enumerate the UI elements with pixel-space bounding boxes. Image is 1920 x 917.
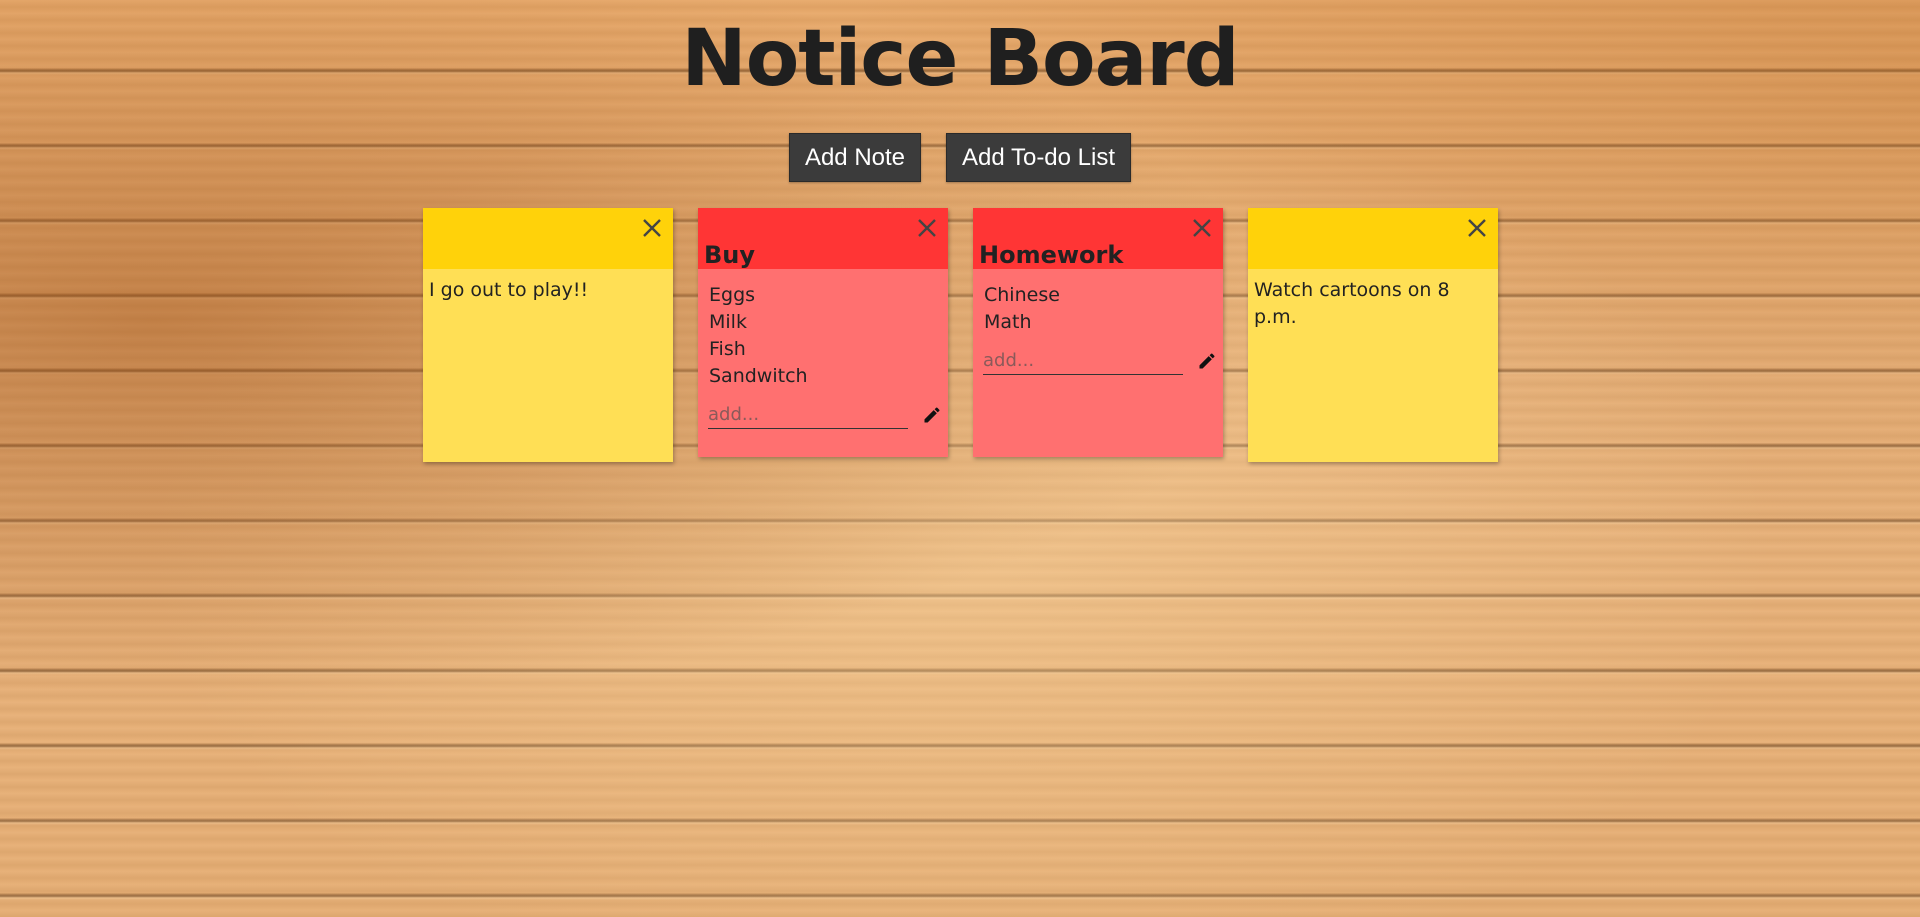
todo-item[interactable]: Chinese: [984, 282, 1223, 309]
todo-card[interactable]: Homework Chinese Math: [973, 208, 1223, 457]
pencil-icon[interactable]: [1197, 351, 1217, 371]
add-item-input[interactable]: [983, 348, 1183, 375]
notice-board: I go out to play!! Buy Eggs Milk Fish Sa…: [423, 208, 1498, 462]
note-card[interactable]: I go out to play!!: [423, 208, 673, 462]
note-header: [1248, 208, 1498, 269]
todo-card[interactable]: Buy Eggs Milk Fish Sandwitch: [698, 208, 948, 457]
note-text[interactable]: I go out to play!!: [423, 269, 673, 312]
todo-item[interactable]: Fish: [709, 336, 948, 363]
todo-item[interactable]: Eggs: [709, 282, 948, 309]
close-icon[interactable]: [915, 216, 939, 240]
note-text[interactable]: Watch cartoons on 8 p.m.: [1248, 269, 1498, 339]
add-item-row: [983, 348, 1215, 375]
close-icon[interactable]: [1190, 216, 1214, 240]
todo-list: Chinese Math: [973, 269, 1223, 336]
close-icon[interactable]: [640, 216, 664, 240]
todo-list: Eggs Milk Fish Sandwitch: [698, 269, 948, 390]
todo-title: Buy: [704, 241, 756, 269]
close-icon[interactable]: [1465, 216, 1489, 240]
todo-title: Homework: [979, 241, 1124, 269]
page-title: Notice Board: [681, 14, 1239, 104]
todo-item[interactable]: Math: [984, 309, 1223, 336]
pencil-icon[interactable]: [922, 405, 942, 425]
note-header: [423, 208, 673, 269]
add-todo-list-button[interactable]: Add To-do List: [946, 133, 1132, 182]
toolbar: Add Note Add To-do List: [0, 133, 1920, 182]
todo-item[interactable]: Sandwitch: [709, 363, 948, 390]
todo-header: Homework: [973, 208, 1223, 269]
todo-item[interactable]: Milk: [709, 309, 948, 336]
note-card[interactable]: Watch cartoons on 8 p.m.: [1248, 208, 1498, 462]
add-note-button[interactable]: Add Note: [788, 133, 922, 182]
add-item-input[interactable]: [708, 402, 908, 429]
add-item-row: [708, 402, 940, 429]
todo-header: Buy: [698, 208, 948, 269]
